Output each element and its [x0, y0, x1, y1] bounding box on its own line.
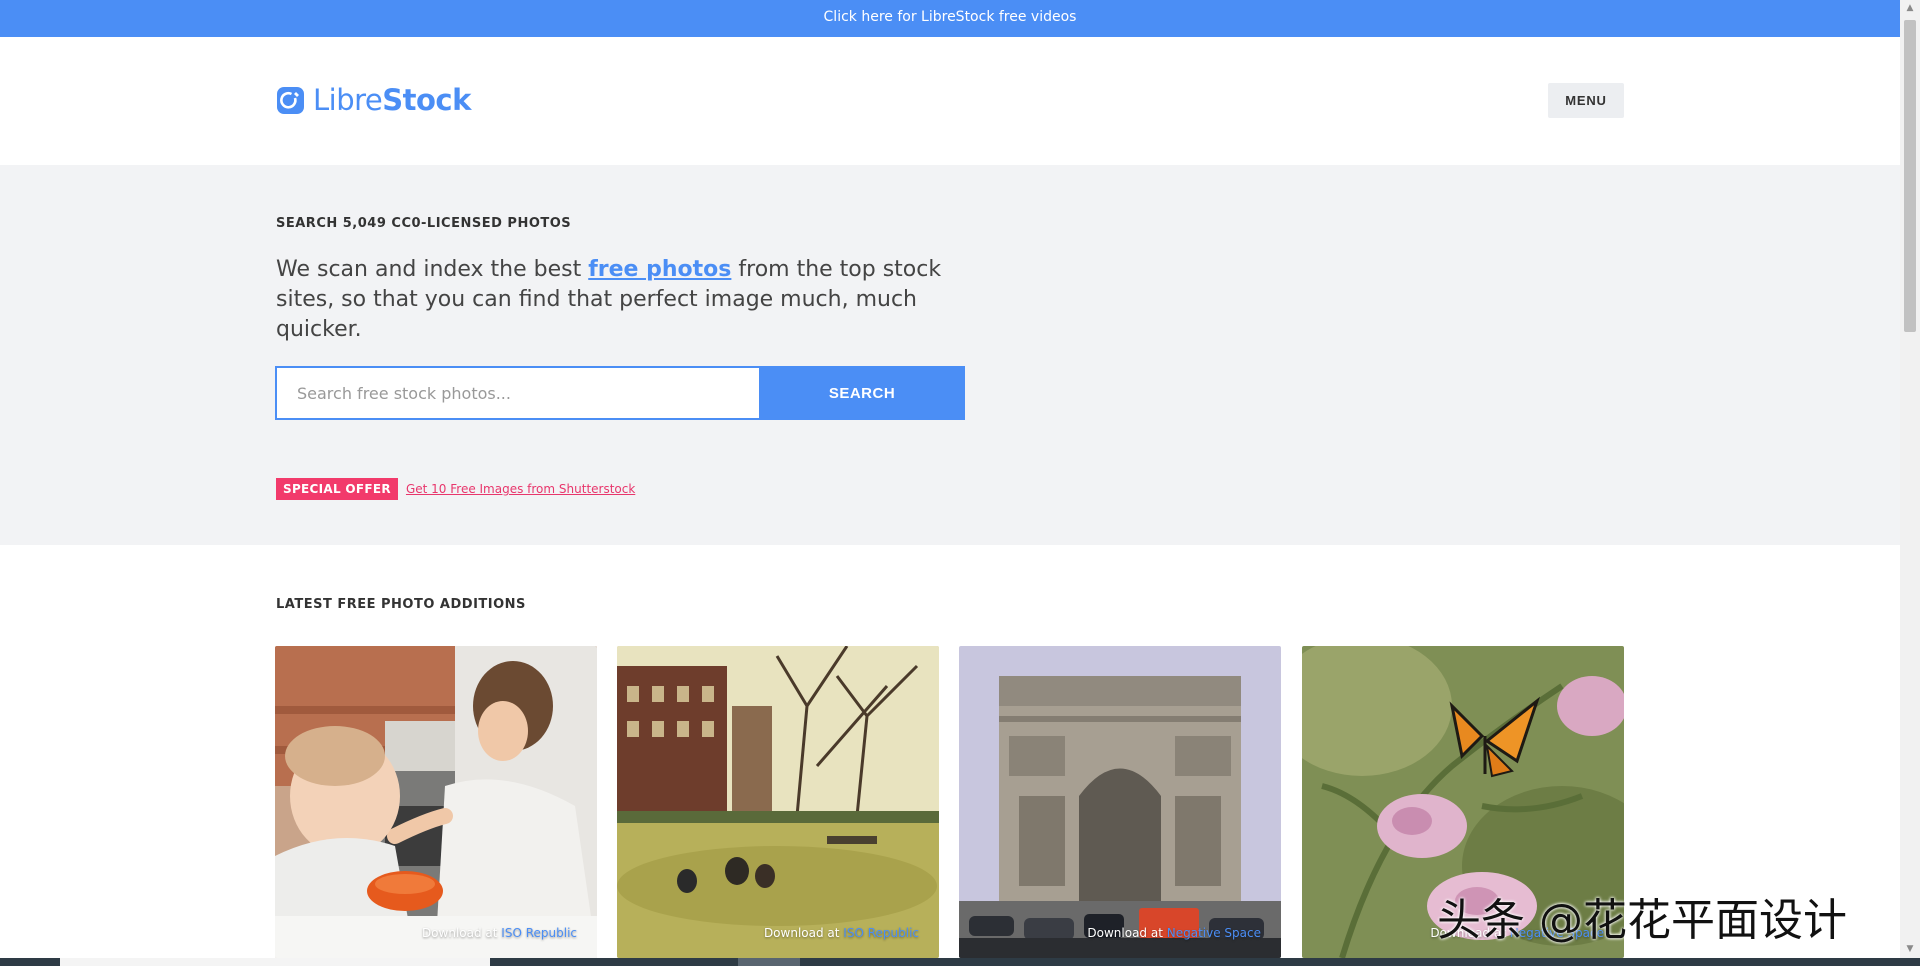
special-offer-badge: SPECIAL OFFER: [276, 478, 398, 500]
credit-prefix: Download at: [421, 926, 498, 940]
logo-wordmark-bold: Stock: [382, 83, 471, 117]
search-button[interactable]: SEARCH: [759, 366, 965, 420]
photo-card[interactable]: Download at Negative Space: [959, 646, 1281, 958]
free-videos-banner[interactable]: Click here for LibreStock free videos: [0, 0, 1900, 37]
photo-source-link[interactable]: ISO Republic: [501, 926, 577, 940]
search-input[interactable]: [275, 366, 759, 420]
bottom-bar-segment: [60, 958, 490, 966]
logo-wordmark: LibreStock: [313, 83, 471, 117]
logo-wordmark-light: Libre: [313, 83, 383, 117]
credit-prefix: Download at: [763, 926, 840, 940]
scroll-down-icon[interactable]: ▼: [1900, 941, 1920, 958]
bottom-bar: [0, 958, 1920, 966]
photo-card[interactable]: Download at ISO Republic: [275, 646, 597, 958]
vertical-scrollbar[interactable]: ▲ ▼: [1900, 0, 1920, 958]
site-header: LibreStock MENU: [0, 37, 1900, 165]
photo-source-link[interactable]: ISO Republic: [843, 926, 919, 940]
photo-credit: Download at Negative Space: [1087, 926, 1261, 940]
hero-lead-before: We scan and index the best: [276, 257, 589, 282]
hero-description: We scan and index the best free photos f…: [276, 255, 996, 345]
librestock-logo-icon: [277, 86, 304, 114]
credit-prefix: Download at: [1087, 926, 1163, 940]
photo-credit: Download at ISO Republic: [764, 926, 919, 940]
hero-section: SEARCH 5,049 CC0-LICENSED PHOTOS We scan…: [0, 165, 1900, 545]
photo-source-link[interactable]: Negative Space: [1167, 926, 1261, 940]
photo-park-scene: [617, 646, 939, 958]
shutterstock-offer-link[interactable]: Get 10 Free Images from Shutterstock: [406, 482, 635, 496]
watermark-text: 头条 @花花平面设计: [1437, 895, 1847, 946]
photo-credit: Download at ISO Republic: [422, 926, 577, 940]
photo-card[interactable]: Download at ISO Republic: [617, 646, 939, 958]
menu-button[interactable]: MENU: [1548, 83, 1624, 118]
photo-mother-feeding-baby: [275, 646, 597, 958]
special-offer: SPECIAL OFFER Get 10 Free Images from Sh…: [276, 478, 635, 500]
latest-additions-heading: LATEST FREE PHOTO ADDITIONS: [276, 597, 526, 612]
search-form: SEARCH: [275, 366, 965, 420]
free-photos-link[interactable]: free photos: [588, 257, 731, 282]
bottom-bar-segment: [738, 958, 800, 966]
search-count-heading: SEARCH 5,049 CC0-LICENSED PHOTOS: [276, 216, 572, 231]
photo-arc-de-triomphe: [959, 646, 1281, 958]
scroll-up-icon[interactable]: ▲: [1900, 0, 1920, 17]
site-logo[interactable]: LibreStock: [276, 83, 471, 117]
scrollbar-thumb[interactable]: [1904, 20, 1916, 332]
